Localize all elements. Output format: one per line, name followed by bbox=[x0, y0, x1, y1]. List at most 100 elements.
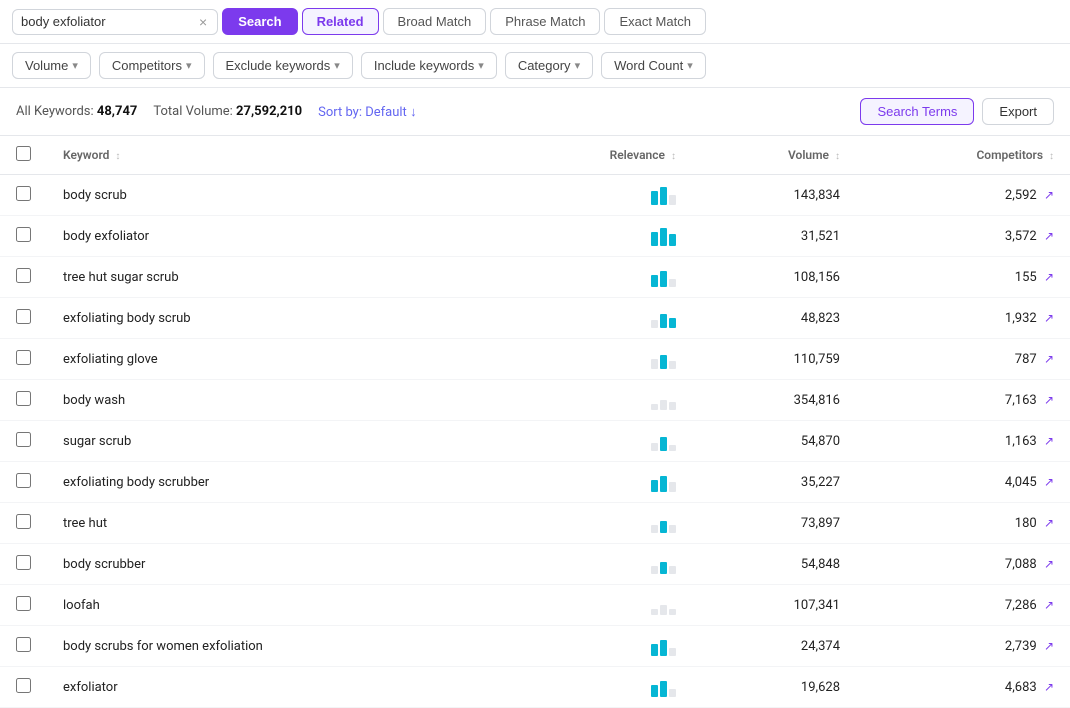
row-checkbox-2[interactable] bbox=[16, 268, 31, 283]
row-keyword-8: tree hut bbox=[47, 503, 500, 544]
tab-exact-match[interactable]: Exact Match bbox=[604, 8, 706, 35]
select-all-checkbox[interactable] bbox=[16, 146, 31, 161]
competitors-sort-icon: ↕ bbox=[1049, 151, 1054, 162]
row-checkbox-12[interactable] bbox=[16, 678, 31, 693]
competitors-link-7[interactable]: ↗ bbox=[1044, 475, 1054, 489]
relevance-chart-10 bbox=[651, 595, 676, 615]
clear-button[interactable]: × bbox=[197, 14, 209, 30]
filter-arrow-icon-exclude-keywords: ▾ bbox=[334, 59, 340, 72]
row-volume-6: 54,870 bbox=[692, 421, 856, 462]
relevance-bar-6-0 bbox=[651, 443, 658, 451]
competitors-link-4[interactable]: ↗ bbox=[1044, 352, 1054, 366]
filter-arrow-icon-competitors: ▾ bbox=[186, 59, 192, 72]
competitors-link-6[interactable]: ↗ bbox=[1044, 434, 1054, 448]
competitors-link-5[interactable]: ↗ bbox=[1044, 393, 1054, 407]
relevance-col-header[interactable]: Relevance ↕ bbox=[500, 136, 692, 175]
sort-control[interactable]: Sort by: Default ↓ bbox=[318, 104, 416, 120]
row-competitors-0: 2,592 ↗ bbox=[856, 175, 1070, 216]
competitors-link-3[interactable]: ↗ bbox=[1044, 311, 1054, 325]
competitors-link-2[interactable]: ↗ bbox=[1044, 270, 1054, 284]
relevance-bar-1-1 bbox=[660, 228, 667, 246]
filter-competitors[interactable]: Competitors▾ bbox=[99, 52, 205, 79]
search-input[interactable] bbox=[21, 14, 197, 29]
table-body: body scrub143,8342,592 ↗body exfoliator3… bbox=[0, 175, 1070, 708]
row-competitors-11: 2,739 ↗ bbox=[856, 626, 1070, 667]
row-competitors-7: 4,045 ↗ bbox=[856, 462, 1070, 503]
row-checkbox-cell-11 bbox=[0, 626, 47, 667]
relevance-bar-7-2 bbox=[669, 482, 676, 492]
competitors-link-12[interactable]: ↗ bbox=[1044, 680, 1054, 694]
relevance-bar-10-1 bbox=[660, 605, 667, 615]
filter-include-keywords[interactable]: Include keywords▾ bbox=[361, 52, 497, 79]
row-checkbox-cell-10 bbox=[0, 585, 47, 626]
tab-phrase-match[interactable]: Phrase Match bbox=[490, 8, 600, 35]
row-keyword-5: body wash bbox=[47, 380, 500, 421]
relevance-chart-9 bbox=[651, 554, 676, 574]
row-checkbox-9[interactable] bbox=[16, 555, 31, 570]
row-checkbox-0[interactable] bbox=[16, 186, 31, 201]
search-button[interactable]: Search bbox=[222, 8, 297, 35]
row-keyword-6: sugar scrub bbox=[47, 421, 500, 462]
table-row: body scrubs for women exfoliation24,3742… bbox=[0, 626, 1070, 667]
relevance-chart-5 bbox=[651, 390, 676, 410]
filter-label-exclude-keywords: Exclude keywords bbox=[226, 58, 331, 73]
row-relevance-9 bbox=[500, 544, 692, 585]
row-keyword-9: body scrubber bbox=[47, 544, 500, 585]
export-button[interactable]: Export bbox=[982, 98, 1054, 125]
row-volume-7: 35,227 bbox=[692, 462, 856, 503]
volume-col-header[interactable]: Volume ↕ bbox=[692, 136, 856, 175]
filter-label-include-keywords: Include keywords bbox=[374, 58, 474, 73]
relevance-bar-0-0 bbox=[651, 191, 658, 205]
filter-volume[interactable]: Volume▾ bbox=[12, 52, 91, 79]
competitors-link-0[interactable]: ↗ bbox=[1044, 188, 1054, 202]
search-terms-button[interactable]: Search Terms bbox=[860, 98, 974, 125]
all-keywords-count: 48,747 bbox=[97, 104, 138, 119]
relevance-bar-0-1 bbox=[660, 187, 667, 205]
competitors-link-8[interactable]: ↗ bbox=[1044, 516, 1054, 530]
tab-related[interactable]: Related bbox=[302, 8, 379, 35]
row-checkbox-5[interactable] bbox=[16, 391, 31, 406]
competitors-link-1[interactable]: ↗ bbox=[1044, 229, 1054, 243]
row-checkbox-cell-12 bbox=[0, 667, 47, 708]
row-volume-1: 31,521 bbox=[692, 216, 856, 257]
filter-category[interactable]: Category▾ bbox=[505, 52, 593, 79]
top-bar: × Search RelatedBroad MatchPhrase MatchE… bbox=[0, 0, 1070, 44]
filter-exclude-keywords[interactable]: Exclude keywords▾ bbox=[213, 52, 353, 79]
row-checkbox-8[interactable] bbox=[16, 514, 31, 529]
tab-broad-match[interactable]: Broad Match bbox=[383, 8, 487, 35]
row-checkbox-7[interactable] bbox=[16, 473, 31, 488]
table-row: body exfoliator31,5213,572 ↗ bbox=[0, 216, 1070, 257]
row-competitors-3: 1,932 ↗ bbox=[856, 298, 1070, 339]
relevance-chart-6 bbox=[651, 431, 676, 451]
relevance-chart-1 bbox=[651, 226, 676, 246]
table-row: exfoliator19,6284,683 ↗ bbox=[0, 667, 1070, 708]
filter-word-count[interactable]: Word Count▾ bbox=[601, 52, 706, 79]
row-checkbox-10[interactable] bbox=[16, 596, 31, 611]
all-keywords-stat: All Keywords: 48,747 bbox=[16, 104, 137, 119]
competitors-link-10[interactable]: ↗ bbox=[1044, 598, 1054, 612]
competitors-col-header[interactable]: Competitors ↕ bbox=[856, 136, 1070, 175]
row-relevance-4 bbox=[500, 339, 692, 380]
row-relevance-0 bbox=[500, 175, 692, 216]
keyword-sort-icon: ↕ bbox=[115, 151, 120, 162]
competitors-link-11[interactable]: ↗ bbox=[1044, 639, 1054, 653]
row-keyword-12: exfoliator bbox=[47, 667, 500, 708]
relevance-bar-12-0 bbox=[651, 685, 658, 697]
table-row: body scrub143,8342,592 ↗ bbox=[0, 175, 1070, 216]
row-checkbox-11[interactable] bbox=[16, 637, 31, 652]
table-row: exfoliating glove110,759787 ↗ bbox=[0, 339, 1070, 380]
table-row: body scrubber54,8487,088 ↗ bbox=[0, 544, 1070, 585]
row-checkbox-cell-9 bbox=[0, 544, 47, 585]
row-checkbox-3[interactable] bbox=[16, 309, 31, 324]
competitors-link-9[interactable]: ↗ bbox=[1044, 557, 1054, 571]
relevance-bar-9-0 bbox=[651, 566, 658, 574]
row-volume-10: 107,341 bbox=[692, 585, 856, 626]
filter-label-volume: Volume bbox=[25, 58, 68, 73]
select-all-header[interactable] bbox=[0, 136, 47, 175]
keyword-col-header[interactable]: Keyword ↕ bbox=[47, 136, 500, 175]
row-checkbox-4[interactable] bbox=[16, 350, 31, 365]
row-checkbox-1[interactable] bbox=[16, 227, 31, 242]
row-checkbox-6[interactable] bbox=[16, 432, 31, 447]
row-relevance-12 bbox=[500, 667, 692, 708]
relevance-bar-7-1 bbox=[660, 476, 667, 492]
